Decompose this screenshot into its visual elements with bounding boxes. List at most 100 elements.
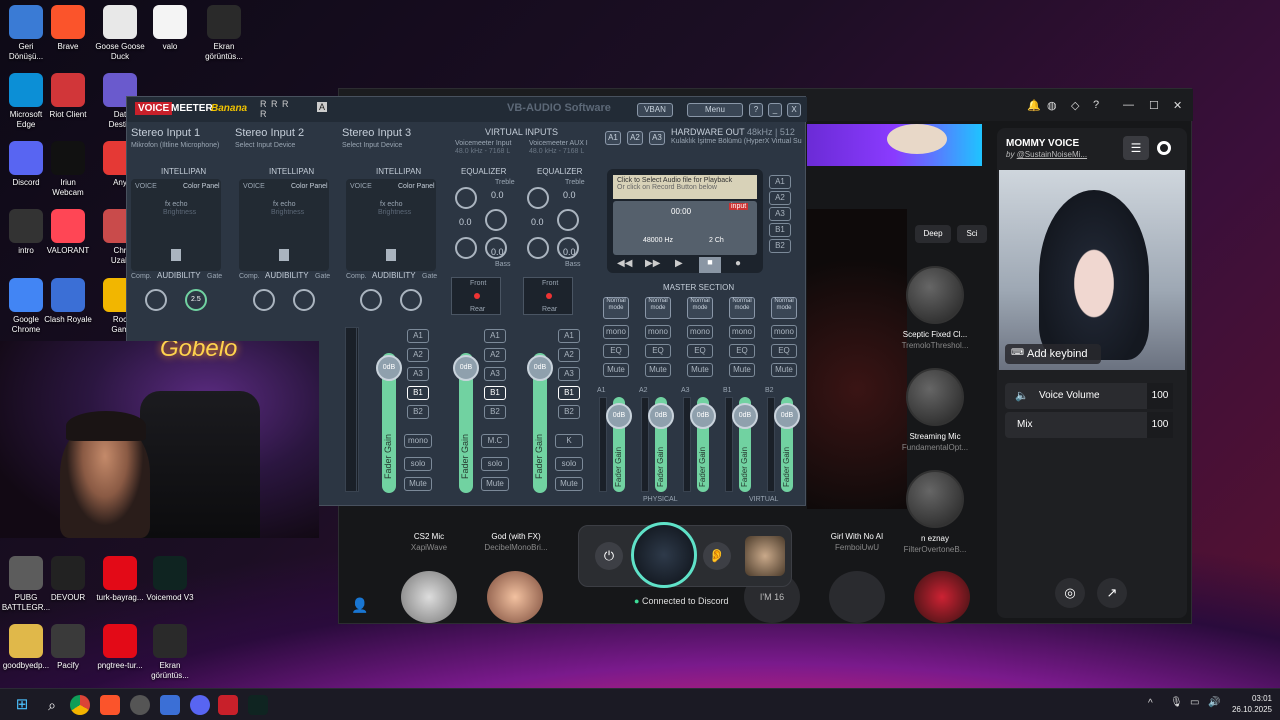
bus-a3-mono-button[interactable]: mono [687, 325, 713, 339]
tape-a2-button[interactable]: A2 [769, 191, 791, 205]
tape-a3-button[interactable]: A3 [769, 207, 791, 221]
virtual-input-2-name[interactable]: Voicemeeter AUX I [529, 140, 588, 147]
minimize-button[interactable]: _ [768, 103, 782, 117]
strip-3-bus-a2-button[interactable]: A2 [407, 348, 429, 362]
bus-a3-eq-button[interactable]: EQ [687, 344, 713, 358]
eq-2-knob[interactable] [557, 209, 579, 231]
bus-a1-mode-button[interactable]: Normal mode [603, 297, 629, 319]
power-icon[interactable]: ⏻ [595, 542, 623, 570]
brave-taskbar-icon[interactable] [100, 695, 120, 715]
chrome-taskbar-icon[interactable] [70, 695, 90, 715]
forward-icon[interactable]: ▶▶ [645, 258, 660, 269]
tab-sci[interactable]: Sci [957, 225, 987, 243]
voice-avatar[interactable] [401, 571, 457, 623]
hw-out-a1-button[interactable]: A1 [605, 131, 621, 145]
virtual-2-bus-a1-button[interactable]: A1 [558, 329, 580, 343]
bus-b1-eq-button[interactable]: EQ [729, 344, 755, 358]
voice-card[interactable]: Sceptic Fixed Cl... TremoloThreshol... [895, 266, 975, 350]
mix-value[interactable]: 100 [1147, 412, 1173, 438]
strip-3-device[interactable]: Select Input Device [342, 142, 402, 149]
mix-row[interactable]: Mix 100 [1005, 412, 1173, 438]
tape-b2-button[interactable]: B2 [769, 239, 791, 253]
bus-b1-mono-button[interactable]: mono [729, 325, 755, 339]
desktop-icon[interactable]: Ekran görüntüs... [138, 624, 202, 681]
bus-b2-fader-knob[interactable]: 0dB [774, 403, 800, 429]
help-icon[interactable]: ? [1093, 99, 1099, 111]
voice-volume-value[interactable]: 100 [1147, 383, 1173, 409]
voice-card[interactable]: CS2 Mic XapiWave [389, 532, 469, 552]
clock[interactable]: 03:01 26.10.2025 [1228, 693, 1272, 715]
voice-card[interactable]: Streaming Mic FundamentalOpt... [895, 368, 975, 452]
search-icon[interactable]: ⌕ [42, 695, 62, 715]
menu-button[interactable]: Menu [687, 103, 743, 117]
virtual-1-bus-b1-button[interactable]: B1 [484, 386, 506, 400]
voice-avatar[interactable] [829, 571, 885, 623]
bus-a2-mono-button[interactable]: mono [645, 325, 671, 339]
app-taskbar-icon[interactable] [160, 695, 180, 715]
desktop-icon[interactable]: Ekran görüntüs... [192, 5, 256, 62]
desktop-icon[interactable]: Voicemod V3 [138, 556, 202, 603]
eq-1-knob[interactable] [455, 237, 477, 259]
virtual-1-bus-a3-button[interactable]: A3 [484, 367, 506, 381]
strip-3-bus-a1-button[interactable]: A1 [407, 329, 429, 343]
bus-a3-mute-button[interactable]: Mute [687, 363, 713, 377]
virtual-2-solo-button[interactable]: solo [555, 457, 583, 471]
chevron-up-icon[interactable]: ^ [1148, 698, 1153, 709]
vban-button[interactable]: VBAN [637, 103, 673, 117]
comp-knob[interactable] [145, 289, 167, 311]
maximize-button[interactable]: ☐ [1149, 99, 1159, 112]
diamond-icon[interactable]: ◇ [1071, 99, 1079, 112]
close-button[interactable]: X [787, 103, 801, 117]
virtual-input-1-name[interactable]: Voicemeeter Input [455, 140, 511, 147]
virtual-1-bus-a1-button[interactable]: A1 [484, 329, 506, 343]
virtual-1-mute-button[interactable]: Mute [481, 477, 509, 491]
eq-1-knob[interactable] [455, 187, 477, 209]
promo-banner[interactable] [807, 124, 982, 166]
bus-a2-fader-knob[interactable]: 0dB [648, 403, 674, 429]
user-profile-icon[interactable]: 👤 [351, 597, 368, 614]
discord-taskbar-icon[interactable] [190, 695, 210, 715]
playback-info[interactable]: Click to Select Audio file for Playback … [613, 175, 757, 199]
voice-card[interactable]: Girl With No AI FemboiUwU [817, 532, 897, 552]
bus-a2-mute-button[interactable]: Mute [645, 363, 671, 377]
virtual-2-mono-button[interactable]: K [555, 434, 583, 448]
sliders-icon[interactable]: ☰ [1123, 136, 1149, 160]
hw-out-a2-button[interactable]: A2 [627, 131, 643, 145]
virtual-1-mono-button[interactable]: M.C [481, 434, 509, 448]
eq-2-knob[interactable] [527, 187, 549, 209]
eq-2-spatial-pad[interactable]: Front Rear [523, 277, 573, 315]
gate-knob[interactable] [293, 289, 315, 311]
voice-card[interactable]: God (with FX) DecibelMonoBri... [476, 532, 556, 552]
notification-bell-icon[interactable]: 🔔 [1027, 99, 1041, 112]
hw-out-a3-button[interactable]: A3 [649, 131, 665, 145]
voice-card[interactable]: n eznay FilterOvertoneB... [895, 470, 975, 554]
bus-b2-eq-button[interactable]: EQ [771, 344, 797, 358]
virtual-2-mute-button[interactable]: Mute [555, 477, 583, 491]
color-panel-label[interactable]: Color Panel [398, 183, 435, 190]
tape-a1-button[interactable]: A1 [769, 175, 791, 189]
strip-1-device[interactable]: Mikrofon (Iltline Microphone) [131, 142, 219, 149]
discord-icon[interactable]: ◍ [1047, 99, 1057, 112]
bus-a3-fader-knob[interactable]: 0dB [690, 403, 716, 429]
bus-b2-mute-button[interactable]: Mute [771, 363, 797, 377]
pan-cursor[interactable] [386, 249, 396, 261]
bus-a1-eq-button[interactable]: EQ [603, 344, 629, 358]
voicemod-taskbar-icon[interactable] [248, 695, 268, 715]
virtual-1-solo-button[interactable]: solo [481, 457, 509, 471]
tab-deep[interactable]: Deep [915, 225, 951, 243]
virtual-1-bus-b2-button[interactable]: B2 [484, 405, 506, 419]
bus-a2-mode-button[interactable]: Normal mode [645, 297, 671, 319]
strip-3-bus-b1-button[interactable]: B1 [407, 386, 429, 400]
strip-3-mono-button[interactable]: mono [404, 434, 432, 448]
bus-a1-mono-button[interactable]: mono [603, 325, 629, 339]
voice-volume-row[interactable]: 🔈 Voice Volume 100 [1005, 383, 1173, 409]
bus-b1-mode-button[interactable]: Normal mode [729, 297, 755, 319]
share-icon[interactable]: ↗ [1097, 578, 1127, 608]
rewind-icon[interactable]: ◀◀ [617, 258, 632, 269]
gate-knob[interactable] [400, 289, 422, 311]
comp-knob[interactable] [360, 289, 382, 311]
obs-taskbar-icon[interactable] [130, 695, 150, 715]
virtual-2-bus-a2-button[interactable]: A2 [558, 348, 580, 362]
strip-3-bus-a3-button[interactable]: A3 [407, 367, 429, 381]
bus-a3-mode-button[interactable]: Normal mode [687, 297, 713, 319]
